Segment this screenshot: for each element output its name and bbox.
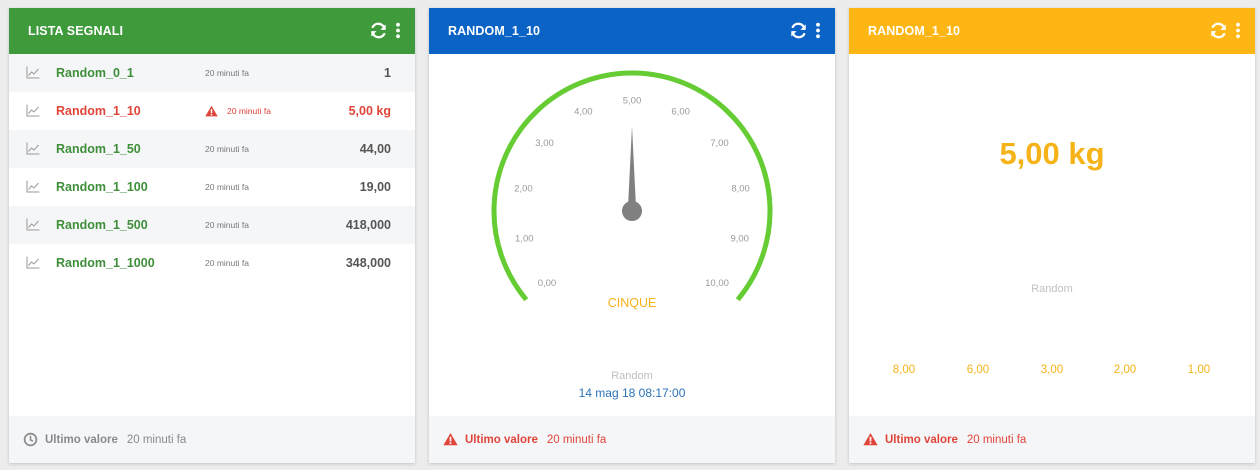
- signal-time: 20 minuti fa: [205, 258, 249, 268]
- scale-value: 3,00: [1040, 364, 1064, 376]
- kebab-menu-icon[interactable]: [1235, 22, 1241, 39]
- signal-name: Random_1_100: [56, 180, 148, 194]
- card-title: RANDOM_1_10: [448, 24, 541, 38]
- list-item[interactable]: Random_1_100 20 minuti fa 19,00: [9, 168, 415, 206]
- footer-label: Ultimo valore: [465, 433, 538, 446]
- signal-name: Random_1_1000: [56, 256, 155, 270]
- list-item[interactable]: Random_1_10 20 minuti fa 5,00 kg: [9, 92, 415, 130]
- kebab-menu-icon[interactable]: [395, 22, 401, 39]
- signal-name: Random_1_50: [56, 142, 141, 156]
- card-header: RANDOM_1_10: [429, 8, 835, 54]
- footer-label: Ultimo valore: [885, 433, 958, 446]
- scale-row: 8,00 6,00 3,00 2,00 1,00: [849, 364, 1255, 380]
- card-footer: Ultimo valore 20 minuti fa: [849, 416, 1255, 463]
- signal-list: Random_0_1 20 minuti fa 1 Random_1_10 20 min…: [9, 54, 415, 282]
- gauge-tick-label: 10,00: [705, 278, 729, 289]
- gauge-dial: 0,00 1,00 2,00 3,00 4,00 5,00 6,00 7,00 8,00 9,00…: [491, 70, 773, 302]
- gauge-tick-label: 2,00: [514, 183, 533, 194]
- refresh-icon[interactable]: [370, 22, 387, 39]
- footer-time: 20 minuti fa: [126, 433, 187, 446]
- gauge-tick-label: 6,00: [671, 107, 690, 118]
- signal-list-card: LISTA SEGNALI Random_0_1 20 minuti fa 1 Ran…: [9, 8, 415, 463]
- gauge-tick-label: 9,00: [730, 233, 749, 244]
- kebab-menu-icon[interactable]: [815, 22, 821, 39]
- signal-value: 5,00 kg: [348, 104, 391, 118]
- warning-icon: [443, 432, 458, 447]
- signal-time: 20 minuti fa: [205, 182, 249, 192]
- clock-icon: [23, 432, 38, 447]
- gauge-value-text: CINQUE: [607, 296, 657, 310]
- gauge-card: RANDOM_1_10 0,00 1,00 2,00 3,00 4,00 5,00 6,00…: [429, 8, 835, 463]
- gauge-tick-label: 5,00: [623, 96, 642, 107]
- warning-icon: [863, 432, 878, 447]
- signal-name: Random: [1031, 283, 1073, 295]
- refresh-icon[interactable]: [790, 22, 807, 39]
- refresh-icon[interactable]: [1210, 22, 1227, 39]
- card-title: RANDOM_1_10: [868, 24, 961, 38]
- gauge-needle: [627, 126, 637, 211]
- line-chart-icon: [26, 66, 40, 79]
- signal-value: 348,000: [345, 256, 391, 270]
- big-value: 5,00 kg: [999, 136, 1105, 171]
- signal-value: 1: [384, 66, 391, 80]
- list-item[interactable]: Random_1_1000 20 minuti fa 348,000: [9, 244, 415, 282]
- signal-value: 418,000: [345, 218, 391, 232]
- gauge-tick-label: 0,00: [538, 278, 557, 289]
- card-footer: Ultimo valore 20 minuti fa: [9, 416, 415, 463]
- signal-time: 20 minuti fa: [205, 220, 249, 230]
- value-card: RANDOM_1_10 5,00 kg Random 8,00 6,00 3,00 2…: [849, 8, 1255, 463]
- gauge-tick-label: 8,00: [731, 183, 750, 194]
- footer-time: 20 minuti fa: [546, 433, 607, 446]
- warning-icon: [205, 104, 218, 116]
- line-chart-icon: [26, 104, 40, 117]
- signal-time: 20 minuti fa: [227, 106, 271, 116]
- signal-name: Random_1_500: [56, 218, 148, 232]
- signal-name: Random_1_10: [56, 104, 141, 118]
- gauge-tick-label: 7,00: [710, 138, 729, 149]
- line-chart-icon: [26, 256, 40, 269]
- gauge-tick-label: 1,00: [515, 233, 534, 244]
- signal-name: Random_0_1: [56, 66, 134, 80]
- scale-value: 8,00: [892, 364, 916, 376]
- card-footer: Ultimo valore 20 minuti fa: [429, 416, 835, 463]
- scale-value: 1,00: [1187, 364, 1211, 376]
- list-item[interactable]: Random_1_50 20 minuti fa 44,00: [9, 130, 415, 168]
- line-chart-icon: [26, 180, 40, 193]
- card-title: LISTA SEGNALI: [28, 24, 124, 38]
- gauge-tick-label: 4,00: [574, 107, 593, 118]
- card-header: RANDOM_1_10: [849, 8, 1255, 54]
- line-chart-icon: [26, 218, 40, 231]
- card-header: LISTA SEGNALI: [9, 8, 415, 54]
- timestamp: 14 mag 18 08:17:00: [578, 386, 686, 400]
- signal-time: 20 minuti fa: [205, 144, 249, 154]
- signal-value: 44,00: [359, 142, 391, 156]
- list-item[interactable]: Random_0_1 20 minuti fa 1: [9, 54, 415, 92]
- scale-value: 6,00: [966, 364, 990, 376]
- footer-label: Ultimo valore: [45, 433, 118, 446]
- footer-time: 20 minuti fa: [966, 433, 1027, 446]
- gauge-hub: [622, 201, 642, 221]
- list-item[interactable]: Random_1_500 20 minuti fa 418,000: [9, 206, 415, 244]
- line-chart-icon: [26, 142, 40, 155]
- signal-time: 20 minuti fa: [205, 68, 249, 78]
- scale-value: 2,00: [1113, 364, 1137, 376]
- gauge-tick-label: 3,00: [535, 138, 554, 149]
- signal-name: Random: [611, 370, 653, 382]
- signal-value: 19,00: [359, 180, 391, 194]
